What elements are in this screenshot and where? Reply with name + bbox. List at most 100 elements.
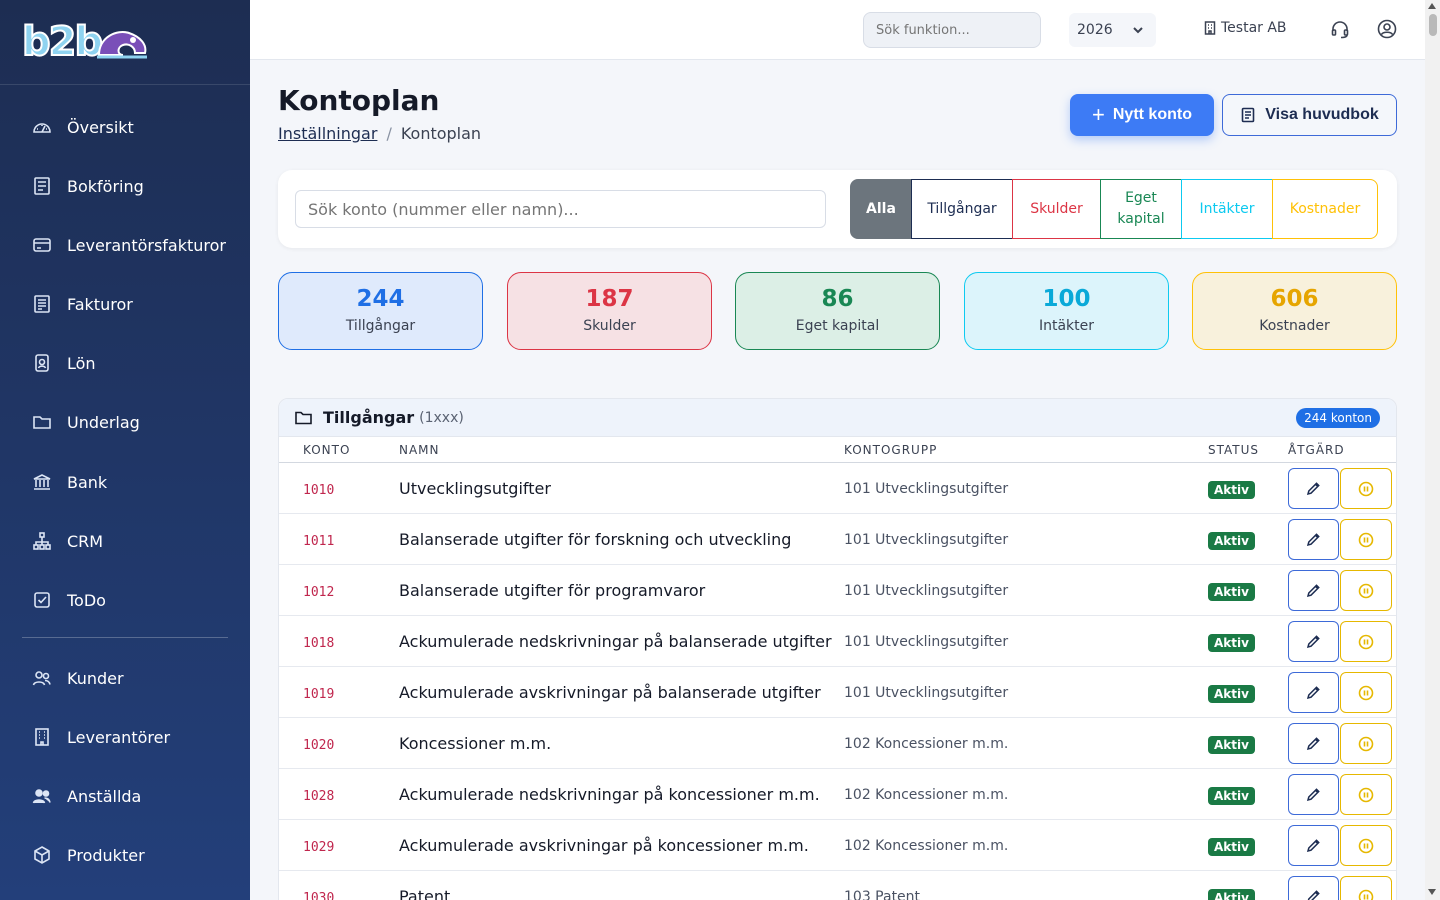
new-account-label: Nytt konto — [1112, 106, 1192, 123]
account-number[interactable]: 1028 — [303, 789, 334, 804]
sidebar-item-underlag[interactable]: Underlag — [0, 400, 250, 444]
stat-card-kostnader[interactable]: 606 Kostnader — [1192, 272, 1397, 350]
account-name: Ackumulerade nedskrivningar på koncessio… — [399, 785, 820, 804]
scroll-thumb[interactable] — [1429, 14, 1437, 36]
filter-tab-intäkter[interactable]: Intäkter — [1181, 179, 1273, 239]
deactivate-account-button[interactable] — [1340, 825, 1392, 866]
pause-circle-icon — [1358, 634, 1374, 649]
account-number[interactable]: 1012 — [303, 585, 334, 600]
sidebar-item-label: Översikt — [67, 117, 134, 137]
folder-icon — [32, 412, 52, 432]
page-scrollbar[interactable] — [1425, 0, 1440, 900]
stat-label: Skulder — [583, 318, 636, 334]
account-group: 102 Koncessioner m.m. — [844, 787, 1009, 803]
folder-icon — [295, 411, 312, 425]
sidebar-item-översikt[interactable]: Översikt — [0, 105, 250, 149]
pause-circle-icon — [1358, 532, 1374, 547]
account-name: Balanserade utgifter för programvaror — [399, 581, 706, 600]
stat-card-intäkter[interactable]: 100 Intäkter — [964, 272, 1169, 350]
building-icon — [1204, 21, 1216, 35]
account-count-badge: 244 konton — [1296, 408, 1380, 428]
year-value: 2026 — [1077, 22, 1113, 38]
account-search-input[interactable] — [295, 190, 826, 228]
sidebar-item-kunder[interactable]: Kunder — [0, 656, 250, 700]
account-number[interactable]: 1020 — [303, 738, 334, 753]
pencil-icon — [1306, 635, 1320, 649]
sidebar-item-leverantörer[interactable]: Leverantörer — [0, 715, 250, 759]
deactivate-account-button[interactable] — [1340, 672, 1392, 713]
stat-card-tillgångar[interactable]: 244 Tillgångar — [278, 272, 483, 350]
sidebar-item-label: CRM — [67, 531, 104, 551]
sidebar-item-lön[interactable]: Lön — [0, 341, 250, 385]
sidebar-item-bokföring[interactable]: Bokföring — [0, 164, 250, 208]
scroll-down-arrow-icon[interactable] — [1428, 889, 1436, 895]
support-headset-icon[interactable] — [1330, 19, 1350, 39]
deactivate-account-button[interactable] — [1340, 723, 1392, 764]
account-number[interactable]: 1011 — [303, 534, 334, 549]
view-ledger-button[interactable]: Visa huvudbok — [1222, 94, 1397, 136]
account-group: 101 Utvecklingsutgifter — [844, 583, 1009, 599]
user-profile-icon[interactable] — [1377, 19, 1397, 39]
account-number[interactable]: 1010 — [303, 483, 334, 498]
edit-account-button[interactable] — [1288, 672, 1339, 713]
stat-card-skulder[interactable]: 187 Skulder — [507, 272, 712, 350]
deactivate-account-button[interactable] — [1340, 570, 1392, 611]
deactivate-account-button[interactable] — [1340, 774, 1392, 815]
account-number[interactable]: 1018 — [303, 636, 334, 651]
table-row: 1010 Utvecklingsutgifter 101 Utvecklingsut… — [279, 463, 1396, 514]
sidebar-item-label: Leverantörsfakturor — [67, 235, 226, 255]
stat-value: 187 — [585, 286, 634, 312]
edit-account-button[interactable] — [1288, 876, 1339, 900]
page-title: Kontoplan — [278, 84, 440, 117]
new-account-button[interactable]: + Nytt konto — [1070, 94, 1214, 136]
filter-tab-eget-kapital[interactable]: Eget kapital — [1100, 179, 1182, 239]
box-icon — [32, 845, 52, 865]
sidebar-item-leverantörsfakturor[interactable]: Leverantörsfakturor — [0, 223, 250, 267]
edit-account-button[interactable] — [1288, 621, 1339, 662]
function-search-input[interactable] — [863, 12, 1041, 48]
sidebar-item-produkter[interactable]: Produkter — [0, 833, 250, 877]
deactivate-account-button[interactable] — [1340, 621, 1392, 662]
filter-tab-kostnader[interactable]: Kostnader — [1272, 179, 1378, 239]
stat-label: Tillgångar — [345, 318, 416, 334]
breadcrumb-link-settings[interactable]: Inställningar — [278, 124, 377, 143]
edit-account-button[interactable] — [1288, 825, 1339, 866]
group-header[interactable]: Tillgångar (1xxx) 244 konton — [279, 399, 1396, 437]
ledger-icon — [32, 176, 52, 196]
deactivate-account-button[interactable] — [1340, 468, 1392, 509]
deactivate-account-button[interactable] — [1340, 519, 1392, 560]
sidebar-item-bank[interactable]: Bank — [0, 460, 250, 504]
scroll-up-arrow-icon[interactable] — [1428, 3, 1436, 9]
deactivate-account-button[interactable] — [1340, 876, 1392, 900]
sidebar-item-crm[interactable]: CRM — [0, 519, 250, 563]
sidebar-item-fakturor[interactable]: Fakturor — [0, 282, 250, 326]
filter-tab-tillgångar[interactable]: Tillgångar — [911, 179, 1013, 239]
account-number[interactable]: 1030 — [303, 891, 334, 900]
network-icon — [32, 531, 52, 551]
table-row: 1019 Ackumulerade avskrivningar på balans… — [279, 667, 1396, 718]
column-header-namn: NAMN — [399, 443, 440, 457]
edit-account-button[interactable] — [1288, 519, 1339, 560]
table-row: 1018 Ackumulerade nedskrivningar på balan… — [279, 616, 1396, 667]
filter-tab-alla[interactable]: Alla — [850, 179, 912, 239]
edit-account-button[interactable] — [1288, 468, 1339, 509]
pencil-icon — [1306, 839, 1320, 853]
pencil-icon — [1306, 737, 1320, 751]
sidebar-item-anställda[interactable]: Anställda — [0, 774, 250, 818]
account-number[interactable]: 1019 — [303, 687, 334, 702]
group-range: (1xxx) — [419, 409, 464, 426]
company-selector[interactable]: Testar AB — [1204, 20, 1287, 36]
account-number[interactable]: 1029 — [303, 840, 334, 855]
year-select[interactable]: 2026 — [1069, 13, 1156, 47]
pause-circle-icon — [1358, 889, 1374, 900]
edit-account-button[interactable] — [1288, 723, 1339, 764]
filter-tab-skulder[interactable]: Skulder — [1012, 179, 1101, 239]
account-name: Balanserade utgifter för forskning och u… — [399, 530, 792, 549]
stat-card-eget-kapital[interactable]: 86 Eget kapital — [735, 272, 940, 350]
edit-account-button[interactable] — [1288, 570, 1339, 611]
edit-account-button[interactable] — [1288, 774, 1339, 815]
sidebar-item-todo[interactable]: ToDo — [0, 578, 250, 622]
nav-divider — [22, 637, 228, 638]
logo[interactable]: b2b — [0, 0, 250, 85]
status-badge: Aktiv — [1208, 838, 1255, 856]
